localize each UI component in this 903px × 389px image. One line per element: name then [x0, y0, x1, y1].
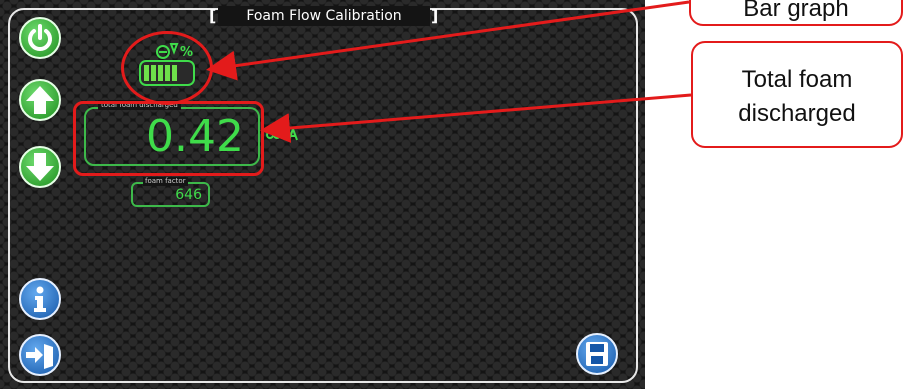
total-foam-callout: Total foam discharged	[691, 41, 903, 148]
info-icon	[34, 286, 46, 312]
screen-title: Foam Flow Calibration	[218, 6, 430, 26]
screen-frame	[8, 8, 638, 383]
save-icon	[586, 342, 608, 366]
bar-graph-highlight	[121, 31, 213, 105]
arrow-down-icon	[26, 153, 54, 181]
title-bracket-left: [	[209, 6, 217, 25]
exit-button[interactable]	[19, 334, 61, 376]
save-button[interactable]	[576, 333, 618, 375]
total-foam-callout-line2: discharged	[738, 100, 856, 127]
foam-factor-value: 646	[175, 187, 202, 203]
exit-icon	[26, 344, 53, 369]
power-icon	[28, 24, 52, 51]
foam-factor-label: foam factor	[143, 177, 188, 186]
title-bracket-right: ]	[431, 6, 439, 25]
down-button[interactable]	[19, 146, 61, 188]
info-button[interactable]	[19, 278, 61, 320]
arrow-up-icon	[26, 86, 54, 114]
total-foam-callout-line1: Total foam	[741, 66, 853, 93]
up-button[interactable]	[19, 79, 61, 121]
foam-factor-display: foam factor 646	[131, 177, 210, 207]
device-screen: [ Foam Flow Calibration ] % total foam d…	[0, 0, 645, 389]
total-foam-highlight	[73, 101, 264, 176]
foam-unit-icon	[266, 127, 298, 141]
power-button[interactable]	[19, 17, 61, 59]
bar-graph-callout: Bar graph	[689, 0, 903, 26]
bar-graph-callout-text: Bar graph	[743, 0, 849, 22]
